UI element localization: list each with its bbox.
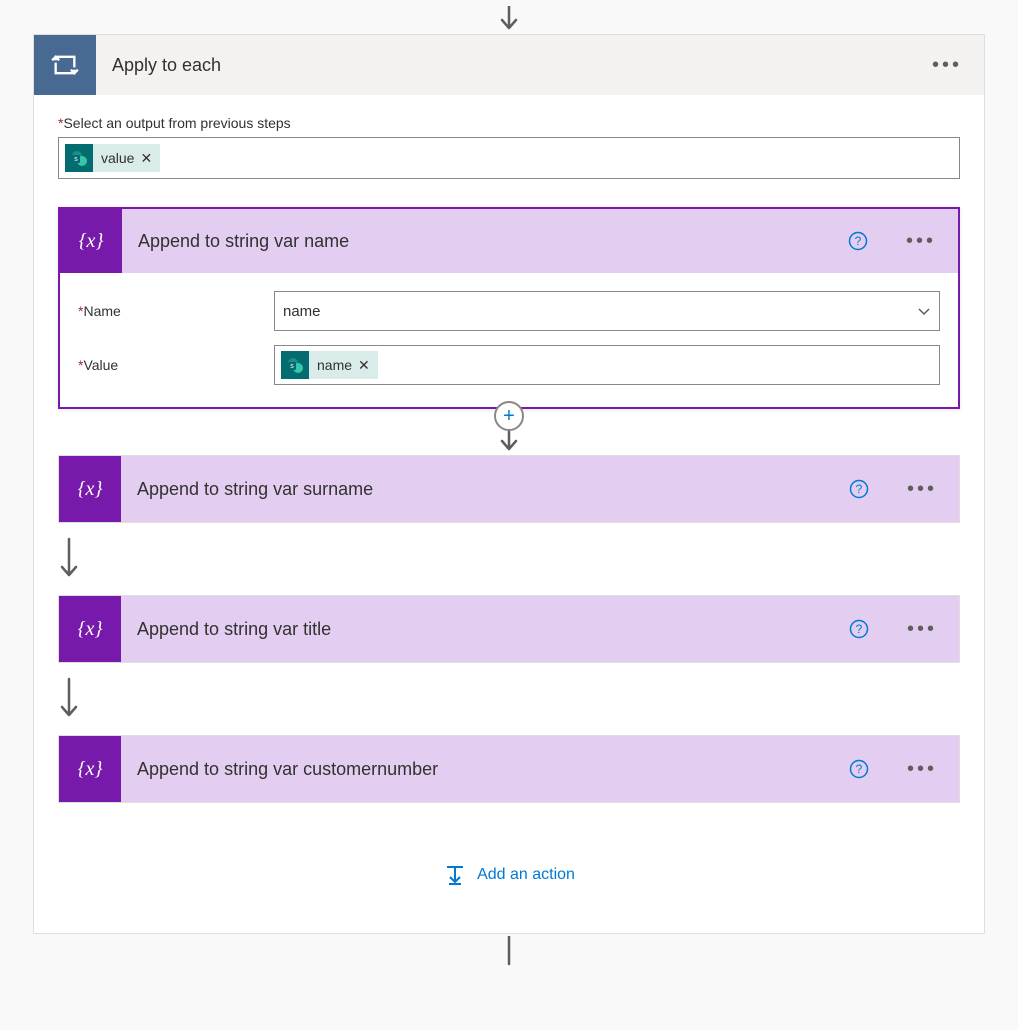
variable-icon: {x} [59, 596, 121, 662]
add-action-label: Add an action [477, 866, 575, 884]
card-body: *Name name *Value [60, 273, 958, 407]
variable-icon: {x} [60, 209, 122, 273]
append-string-surname-header[interactable]: {x} Append to string var surname ? ••• [59, 456, 959, 522]
svg-text:{x}: {x} [79, 230, 104, 252]
token-label: name [317, 357, 352, 373]
variable-icon: {x} [59, 736, 121, 802]
svg-text:{x}: {x} [78, 758, 103, 780]
sharepoint-icon: s [281, 351, 309, 379]
select-output-input[interactable]: s value ✕ [58, 137, 960, 179]
value-token[interactable]: s value ✕ [65, 144, 160, 172]
append-string-title-card: {x} Append to string var title ? ••• [58, 595, 960, 663]
flow-arrow-out [498, 934, 520, 968]
loop-icon [34, 35, 96, 95]
card-menu[interactable]: ••• [884, 230, 958, 253]
help-icon[interactable]: ? [837, 755, 881, 783]
name-value: name [283, 303, 321, 320]
connector: + [58, 409, 960, 455]
value-label: *Value [78, 357, 274, 373]
remove-token-icon[interactable]: ✕ [140, 150, 152, 167]
flow-arrow-in [498, 0, 520, 34]
card-title: Append to string var surname [121, 479, 837, 500]
append-string-name-card: {x} Append to string var name ? ••• *Nam… [58, 207, 960, 409]
help-icon[interactable]: ? [837, 615, 881, 643]
name-label: *Name [78, 303, 274, 319]
append-string-customernumber-card: {x} Append to string var customernumber … [58, 735, 960, 803]
append-string-title-header[interactable]: {x} Append to string var title ? ••• [59, 596, 959, 662]
svg-text:s: s [290, 363, 294, 370]
select-output-label: *Select an output from previous steps [58, 115, 960, 131]
variable-icon: {x} [59, 456, 121, 522]
svg-text:?: ? [856, 622, 863, 636]
append-string-surname-card: {x} Append to string var surname ? ••• [58, 455, 960, 523]
name-token[interactable]: s name ✕ [281, 351, 378, 379]
name-select[interactable]: name [274, 291, 940, 331]
add-action-button[interactable]: Add an action [58, 863, 960, 887]
chevron-down-icon [917, 304, 931, 318]
sharepoint-icon: s [65, 144, 93, 172]
help-icon[interactable]: ? [836, 227, 880, 255]
value-input[interactable]: s name ✕ [274, 345, 940, 385]
svg-text:?: ? [855, 234, 862, 248]
add-step-button[interactable]: + [494, 401, 524, 431]
svg-text:?: ? [856, 762, 863, 776]
card-title: Append to string var name [122, 231, 836, 252]
card-menu[interactable]: ••• [885, 478, 959, 501]
help-icon[interactable]: ? [837, 475, 881, 503]
svg-text:s: s [74, 156, 78, 163]
card-menu[interactable]: ••• [885, 618, 959, 641]
card-menu[interactable]: ••• [885, 758, 959, 781]
add-action-icon [443, 863, 467, 887]
card-title: Append to string var title [121, 619, 837, 640]
svg-text:?: ? [856, 482, 863, 496]
apply-to-each-header[interactable]: Apply to each ••• [34, 35, 984, 95]
apply-to-each-title: Apply to each [96, 55, 910, 76]
apply-to-each-menu[interactable]: ••• [910, 54, 984, 77]
flow-arrow [58, 663, 960, 735]
token-label: value [101, 150, 134, 166]
card-title: Append to string var customernumber [121, 759, 837, 780]
apply-to-each-body: *Select an output from previous steps s … [34, 95, 984, 933]
append-string-customernumber-header[interactable]: {x} Append to string var customernumber … [59, 736, 959, 802]
svg-text:{x}: {x} [78, 618, 103, 640]
svg-text:{x}: {x} [78, 478, 103, 500]
apply-to-each-card: Apply to each ••• *Select an output from… [33, 34, 985, 934]
remove-token-icon[interactable]: ✕ [358, 357, 370, 374]
flow-arrow [58, 523, 960, 595]
append-string-name-header[interactable]: {x} Append to string var name ? ••• [60, 209, 958, 273]
